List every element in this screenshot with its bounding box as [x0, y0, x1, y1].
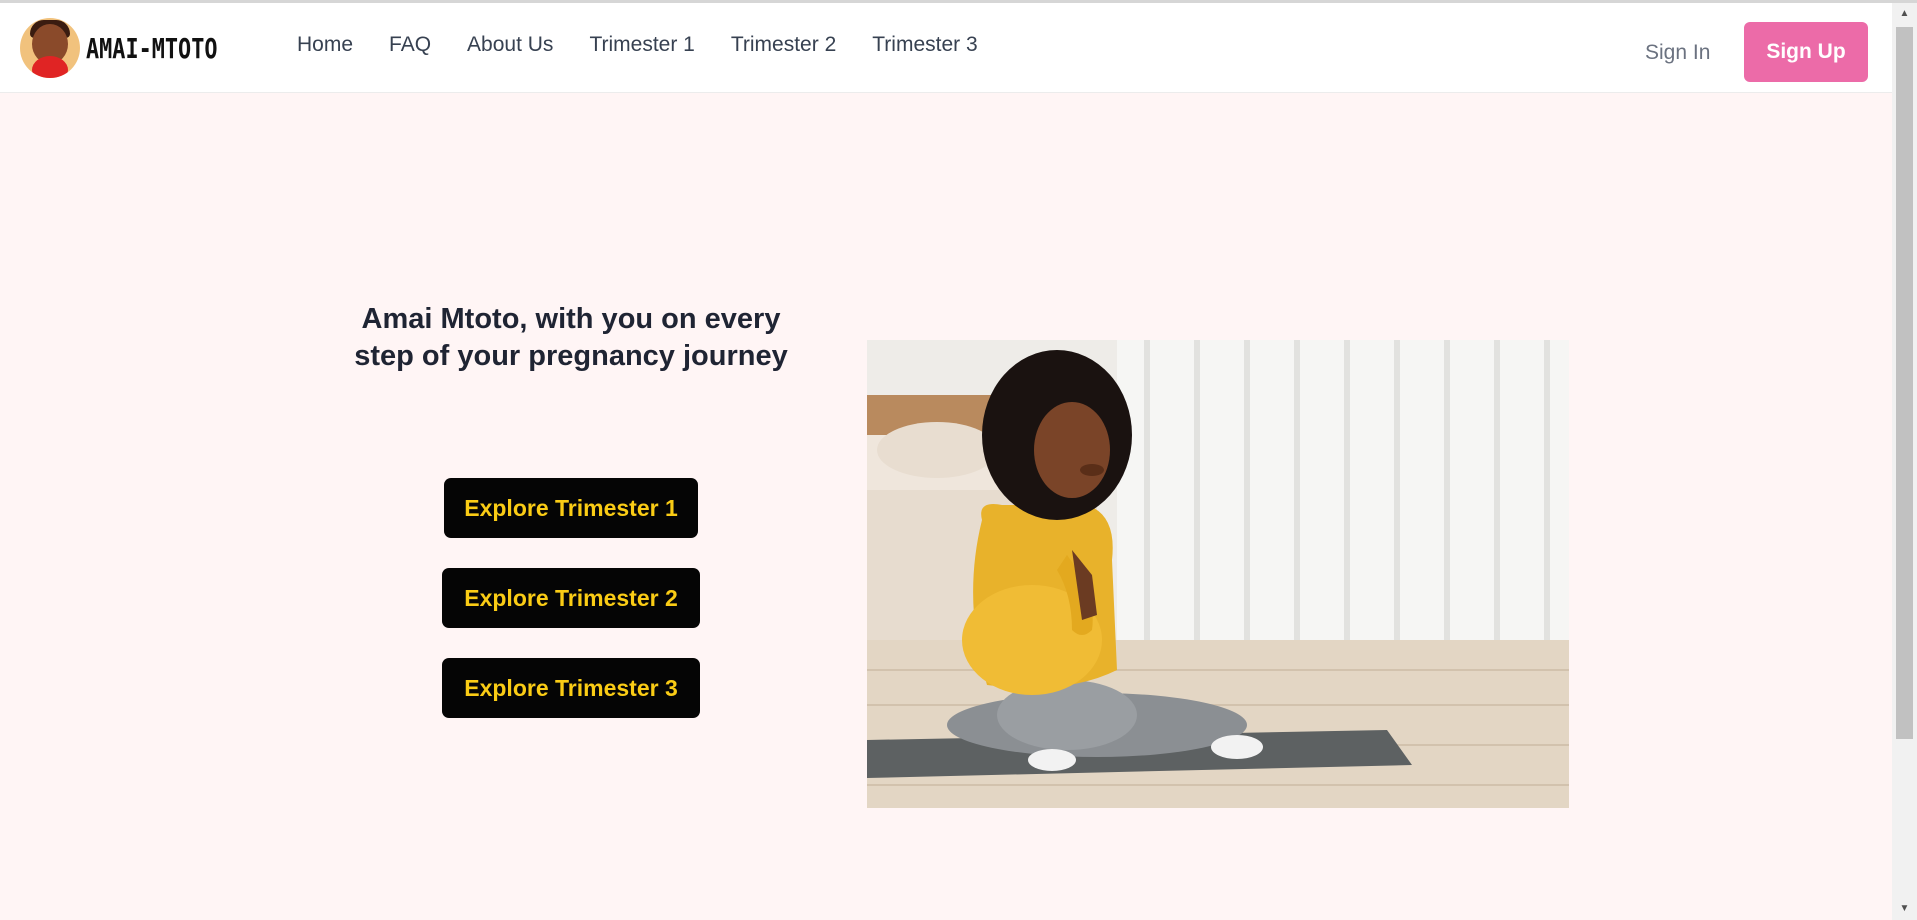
page: AMAI-MTOTO Home FAQ About Us Trimester 1… [0, 0, 1917, 920]
hero-image [867, 340, 1569, 808]
nav-link-faq[interactable]: FAQ [389, 33, 431, 57]
hero-title: Amai Mtoto, with you on every step of yo… [354, 303, 788, 372]
explore-trimester-3-button[interactable]: Explore Trimester 3 [442, 658, 700, 718]
vertical-scrollbar[interactable]: ▲ ▼ [1892, 3, 1917, 920]
brand-name: AMAI-MTOTO [86, 31, 218, 65]
scrollbar-thumb[interactable] [1896, 27, 1913, 739]
main-nav: Home FAQ About Us Trimester 1 Trimester … [297, 33, 1014, 57]
explore-trimester-2-button[interactable]: Explore Trimester 2 [442, 568, 700, 628]
sign-in-link[interactable]: Sign In [1645, 41, 1710, 65]
nav-link-home[interactable]: Home [297, 33, 353, 57]
scroll-down-arrow-icon[interactable]: ▼ [1892, 898, 1917, 920]
sign-up-button[interactable]: Sign Up [1744, 22, 1868, 82]
nav-link-about-us[interactable]: About Us [467, 33, 553, 57]
scroll-up-arrow-icon[interactable]: ▲ [1892, 3, 1917, 25]
nav-link-trimester-1[interactable]: Trimester 1 [589, 33, 694, 57]
navbar: AMAI-MTOTO Home FAQ About Us Trimester 1… [0, 3, 1892, 93]
mother-logo-icon [20, 18, 80, 78]
explore-trimester-1-button[interactable]: Explore Trimester 1 [444, 478, 698, 538]
nav-link-trimester-2[interactable]: Trimester 2 [731, 33, 836, 57]
pregnant-woman-yoga-illustration [867, 340, 1569, 808]
brand[interactable]: AMAI-MTOTO [20, 17, 255, 79]
nav-link-trimester-3[interactable]: Trimester 3 [872, 33, 977, 57]
